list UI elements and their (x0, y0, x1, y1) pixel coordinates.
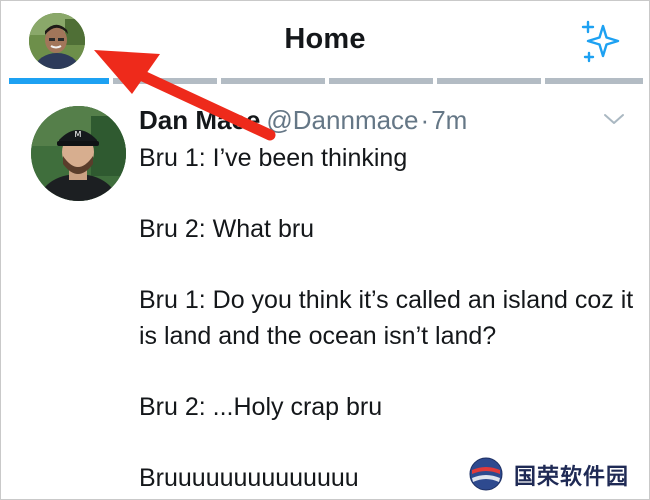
globe-logo-icon (469, 457, 503, 491)
chevron-down-icon-graphic (604, 114, 624, 124)
tweet-line: Bru 1: Do you think it’s called an islan… (139, 286, 634, 350)
tweet-line-break (139, 177, 634, 213)
author-name[interactable]: Dan Mace (139, 105, 260, 135)
tweet-line-break (139, 354, 634, 390)
tweet-line: Bru 2: What bru (139, 215, 315, 243)
author-handle[interactable]: @Dannmace (266, 105, 418, 135)
tab-segment-6[interactable] (545, 78, 643, 84)
tweet-line: Bru 1: I’ve been thinking (139, 144, 408, 172)
tab-segment-2[interactable] (113, 78, 217, 84)
tweet-line: Bru 2: ...Holy crap bru (139, 392, 383, 421)
tab-segment-5[interactable] (437, 78, 541, 84)
tab-progress-bar (9, 78, 643, 86)
tab-segment-1[interactable] (9, 78, 109, 84)
author-avatar[interactable]: M (31, 106, 126, 201)
tweet-header: Dan Mace @Dannmace·7m (139, 105, 467, 135)
page-title: Home (284, 23, 366, 55)
tweet-line-break (139, 248, 634, 284)
top-header: Home (1, 1, 649, 89)
app-frame: Home M Dan Mace @Dannmace·7m Bru 1: I’ve… (0, 0, 650, 500)
tweet-card[interactable]: M Dan Mace @Dannmace·7m Bru 1: I’ve been … (1, 89, 649, 499)
svg-text:M: M (75, 130, 82, 139)
sparkle-icon-graphic (581, 20, 620, 63)
watermark-text: 国荣软件园 (514, 465, 630, 490)
tweet-timestamp[interactable]: 7m (431, 105, 467, 135)
tweet-text: Bru 1: I’ve been thinking Bru 2: What br… (139, 141, 634, 496)
meta-separator: · (420, 105, 430, 135)
tab-segment-4[interactable] (329, 78, 433, 84)
sparkle-icon[interactable] (579, 19, 625, 65)
watermark: 国荣软件园 (462, 448, 648, 498)
author-avatar-image: M (31, 106, 126, 201)
chevron-down-icon[interactable] (599, 109, 629, 129)
tab-segment-3[interactable] (221, 78, 325, 84)
